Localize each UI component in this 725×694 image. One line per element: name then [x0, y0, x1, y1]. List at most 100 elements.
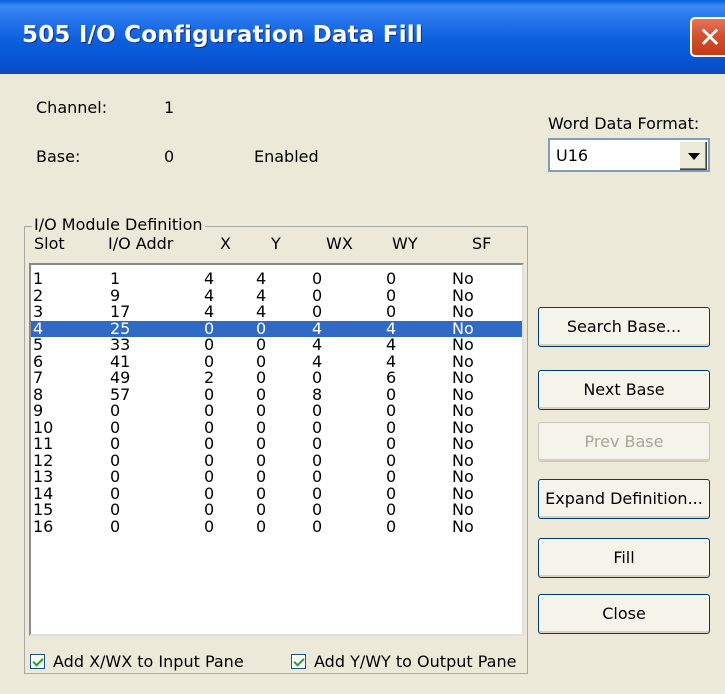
cell-io-addr: 49	[110, 368, 131, 387]
add-x-wx-checkbox[interactable]	[30, 654, 45, 669]
cell-x: 0	[204, 434, 215, 453]
cell-y: 0	[256, 516, 267, 536]
dialog-window: 505 I/O Configuration Data Fill ✕ Channe…	[0, 0, 725, 694]
cell-y: 4	[256, 302, 267, 321]
cell-io-addr: 0	[110, 500, 121, 519]
cell-io-addr: 0	[110, 434, 121, 453]
table-row[interactable]: 7 49 2 0 0 6 No	[31, 370, 522, 387]
cell-wx: 0	[312, 368, 323, 387]
cell-slot: 1	[33, 269, 44, 288]
table-row[interactable]: 16 0 0 0 0 0 No	[31, 516, 522, 536]
column-header-sf: SF	[472, 234, 492, 253]
table-row[interactable]: 3 17 4 4 0 0 No	[31, 304, 522, 321]
column-header-x: X	[220, 234, 231, 253]
cell-sf: No	[452, 467, 474, 486]
chevron-down-icon[interactable]	[679, 141, 707, 170]
io-module-definition-title: I/O Module Definition	[32, 215, 205, 234]
cell-slot: 16	[33, 516, 54, 536]
cell-wy: 0	[386, 434, 397, 453]
cell-slot: 7	[33, 368, 44, 387]
cell-io-addr: 0	[110, 516, 121, 536]
cell-y: 0	[256, 335, 267, 354]
cell-wx: 0	[312, 500, 323, 519]
table-row[interactable]: 11 0 0 0 0 0 No	[31, 436, 522, 453]
cell-slot: 15	[33, 500, 54, 519]
cell-sf: No	[452, 302, 474, 321]
table-row[interactable]: 9 0 0 0 0 0 No	[31, 403, 522, 420]
channel-label: Channel:	[36, 98, 108, 117]
title-bar[interactable]: 505 I/O Configuration Data Fill ✕	[0, 0, 725, 74]
table-row[interactable]: 12 0 0 0 0 0 No	[31, 452, 522, 470]
add-y-wy-label[interactable]: Add Y/WY to Output Pane	[314, 652, 516, 671]
cell-y: 0	[256, 401, 267, 420]
cell-x: 0	[204, 335, 215, 354]
table-row[interactable]: 4 25 0 0 4 4 No	[31, 320, 522, 337]
cell-sf: No	[452, 500, 474, 519]
table-row[interactable]: 13 0 0 0 0 0 No	[31, 469, 522, 486]
cell-x: 2	[204, 368, 215, 387]
cell-slot: 9	[33, 401, 44, 420]
cell-io-addr: 0	[110, 467, 121, 486]
table-row[interactable]: 15 0 0 0 0 0 No	[31, 502, 522, 519]
cell-wy: 0	[386, 401, 397, 420]
table-row[interactable]: 2 9 4 4 0 0 No	[31, 287, 522, 305]
add-y-wy-checkbox[interactable]	[291, 654, 306, 669]
table-row[interactable]: 6 41 0 0 4 4 No	[31, 353, 522, 371]
expand-definition-button[interactable]: Expand Definition...	[538, 479, 710, 519]
base-status: Enabled	[254, 147, 319, 166]
column-header-y: Y	[271, 234, 281, 253]
channel-value: 1	[164, 98, 175, 117]
close-button[interactable]: Close	[538, 594, 710, 634]
cell-y: 0	[256, 434, 267, 453]
window-title: 505 I/O Configuration Data Fill	[22, 22, 423, 48]
table-row[interactable]: 10 0 0 0 0 0 No	[31, 419, 522, 437]
cell-wx: 0	[312, 401, 323, 420]
base-value: 0	[164, 147, 175, 166]
table-row[interactable]: 5 33 0 0 4 4 No	[31, 337, 522, 354]
io-module-list[interactable]: 1 1 4 4 0 0 No 2 9 4 4 0 0 No 3 17 4 4 0 0 No 4 25 0 0 4 4 No 5 33 0 0 4…	[29, 263, 524, 636]
cell-slot: 13	[33, 467, 54, 486]
cell-y: 4	[256, 269, 267, 288]
cell-y: 0	[256, 368, 267, 387]
base-label: Base:	[36, 147, 81, 166]
cell-x: 4	[204, 302, 215, 321]
fill-button[interactable]: Fill	[538, 538, 710, 578]
cell-wx: 0	[312, 269, 323, 288]
cell-io-addr: 0	[110, 401, 121, 420]
word-data-format-label: Word Data Format:	[548, 114, 700, 133]
word-data-format-value: U16	[556, 146, 589, 165]
cell-sf: No	[452, 269, 474, 288]
cell-wx: 0	[312, 434, 323, 453]
cell-io-addr: 17	[110, 302, 131, 321]
search-base-button[interactable]: Search Base...	[538, 307, 710, 347]
cell-wx: 0	[312, 302, 323, 321]
cell-sf: No	[452, 368, 474, 387]
cell-wy: 0	[386, 467, 397, 486]
cell-sf: No	[452, 401, 474, 420]
cell-slot: 5	[33, 335, 44, 354]
cell-y: 0	[256, 500, 267, 519]
cell-io-addr: 33	[110, 335, 131, 354]
next-base-button[interactable]: Next Base	[538, 370, 710, 410]
column-header-io-addr: I/O Addr	[108, 234, 174, 253]
word-data-format-select[interactable]: U16	[548, 138, 710, 172]
column-header-wx: WX	[326, 234, 353, 253]
cell-wy: 0	[386, 269, 397, 288]
cell-wy: 4	[386, 335, 397, 354]
cell-wy: 0	[386, 500, 397, 519]
cell-x: 4	[204, 269, 215, 288]
cell-x: 0	[204, 467, 215, 486]
cell-slot: 3	[33, 302, 44, 321]
close-icon[interactable]: ✕	[690, 17, 725, 57]
add-x-wx-label[interactable]: Add X/WX to Input Pane	[53, 652, 244, 671]
prev-base-button: Prev Base	[538, 422, 710, 462]
cell-x: 0	[204, 401, 215, 420]
table-row[interactable]: 1 1 4 4 0 0 No	[31, 271, 522, 288]
cell-sf: No	[452, 516, 474, 536]
cell-sf: No	[452, 434, 474, 453]
table-row[interactable]: 8 57 0 0 8 0 No	[31, 386, 522, 404]
cell-slot: 11	[33, 434, 54, 453]
cell-sf: No	[452, 335, 474, 354]
table-row[interactable]: 14 0 0 0 0 0 No	[31, 485, 522, 503]
column-header-wy: WY	[392, 234, 418, 253]
